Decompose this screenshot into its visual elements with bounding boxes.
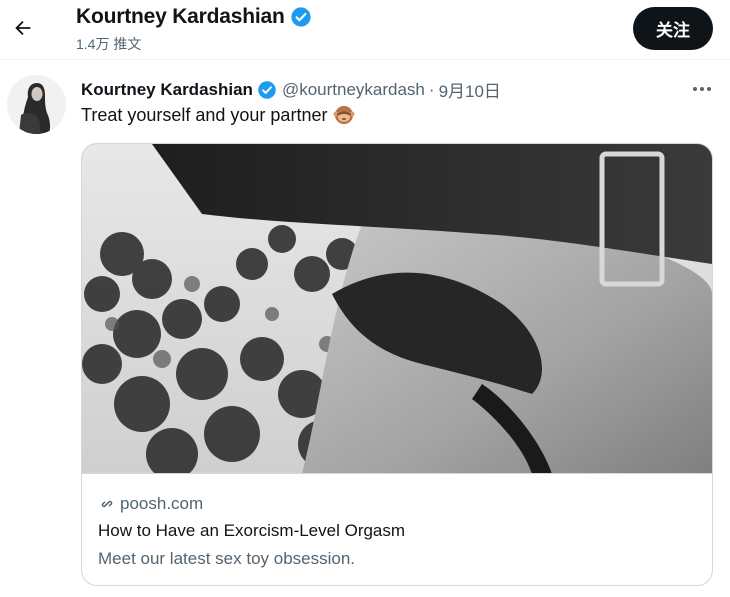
tweet-text-content: Treat yourself and your partner <box>81 104 328 125</box>
author-name[interactable]: Kourtney Kardashian <box>81 80 253 100</box>
more-horizontal-icon <box>693 87 711 91</box>
tweet-header: Kourtney Kardashian @kourtneykardash · 9… <box>81 77 501 102</box>
more-options-button[interactable] <box>688 78 716 100</box>
profile-name: Kourtney Kardashian <box>76 5 312 29</box>
follow-button[interactable]: 关注 <box>633 7 713 50</box>
separator-dot: · <box>428 79 435 99</box>
card-domain-text: poosh.com <box>120 494 204 513</box>
profile-header: Kourtney Kardashian 1.4万 推文 关注 <box>0 0 730 60</box>
tweet-count: 1.4万 推文 <box>76 36 142 52</box>
card-domain: poosh.com <box>98 494 203 514</box>
verified-badge-icon <box>290 7 311 27</box>
card-image[interactable] <box>82 144 712 474</box>
card-description: Meet our latest sex toy obsession. <box>98 549 356 568</box>
author-handle[interactable]: @kourtneykardash <box>282 80 425 100</box>
verified-badge-icon <box>258 80 276 99</box>
arrow-left-icon <box>15 20 31 36</box>
tweet-text: Treat yourself and your partner <box>81 104 355 126</box>
tweet-date[interactable]: 9月10日 <box>439 77 501 102</box>
profile-name-text: Kourtney Kardashian <box>76 5 285 28</box>
see-no-evil-monkey-emoji <box>333 104 355 126</box>
back-button[interactable] <box>4 9 42 47</box>
card-title: How to Have an Exorcism-Level Orgasm <box>98 521 406 540</box>
link-icon <box>101 500 113 508</box>
avatar[interactable] <box>7 75 66 134</box>
link-preview-card[interactable]: poosh.com How to Have an Exorcism-Level … <box>81 143 713 586</box>
